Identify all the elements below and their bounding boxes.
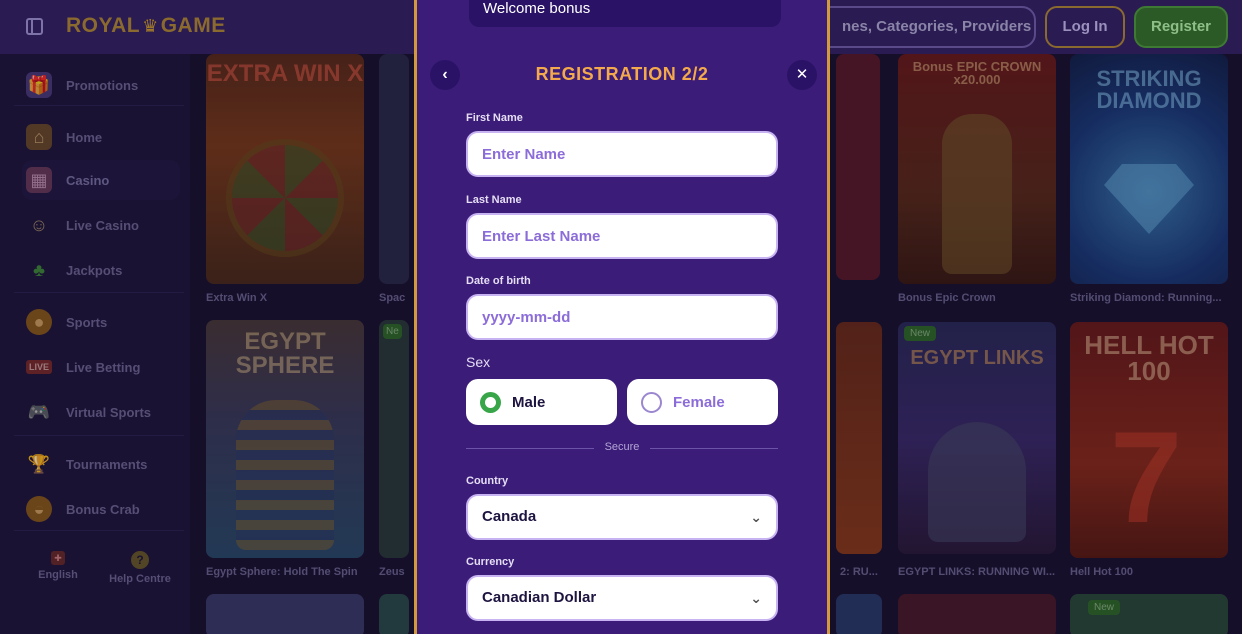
sex-option-label: Male bbox=[512, 393, 546, 411]
sex-option-male[interactable]: Male bbox=[466, 379, 617, 425]
sex-label: Sex bbox=[466, 354, 491, 370]
logo[interactable]: ROYAL ♛GAME bbox=[66, 14, 226, 38]
secure-text: Secure bbox=[604, 441, 640, 453]
chevron-down-icon: ⌄ bbox=[750, 590, 762, 606]
sex-option-label: Female bbox=[673, 393, 725, 411]
country-value: Canada bbox=[482, 508, 537, 525]
login-button[interactable]: Log In bbox=[1045, 6, 1125, 48]
close-button[interactable]: ✕ bbox=[787, 60, 817, 90]
currency-value: Canadian Dollar bbox=[482, 589, 597, 606]
dob-input[interactable] bbox=[466, 294, 778, 340]
first-name-input[interactable] bbox=[466, 131, 778, 177]
crown-icon: ♛ bbox=[142, 16, 159, 36]
welcome-bonus-box: Welcome bonus bbox=[469, 0, 781, 27]
dob-label: Date of birth bbox=[466, 275, 531, 287]
sidebar-toggle-icon[interactable] bbox=[26, 18, 43, 35]
logo-text-2: GAME bbox=[160, 14, 226, 37]
sex-option-female[interactable]: Female bbox=[627, 379, 778, 425]
last-name-input[interactable] bbox=[466, 213, 778, 259]
country-label: Country bbox=[466, 475, 509, 487]
first-name-label: First Name bbox=[466, 112, 523, 124]
divider-line bbox=[650, 448, 778, 449]
chevron-down-icon: ⌄ bbox=[750, 509, 762, 525]
country-select[interactable]: Canada ⌄ bbox=[466, 494, 778, 540]
close-icon: ✕ bbox=[795, 66, 809, 83]
radio-unchecked-icon bbox=[641, 391, 662, 413]
welcome-bonus-text: Welcome bonus bbox=[483, 0, 591, 17]
radio-checked-icon bbox=[480, 391, 501, 413]
logo-text: ROYAL bbox=[66, 14, 141, 37]
currency-label: Currency bbox=[466, 556, 515, 568]
secure-divider: Secure bbox=[466, 441, 778, 455]
currency-select[interactable]: Canadian Dollar ⌄ bbox=[466, 575, 778, 621]
register-button[interactable]: Register bbox=[1134, 6, 1228, 48]
registration-modal: Welcome bonus ‹ REGISTRATION 2/2 ✕ First… bbox=[414, 0, 830, 634]
last-name-label: Last Name bbox=[466, 194, 522, 206]
modal-title: REGISTRATION 2/2 bbox=[535, 64, 709, 84]
